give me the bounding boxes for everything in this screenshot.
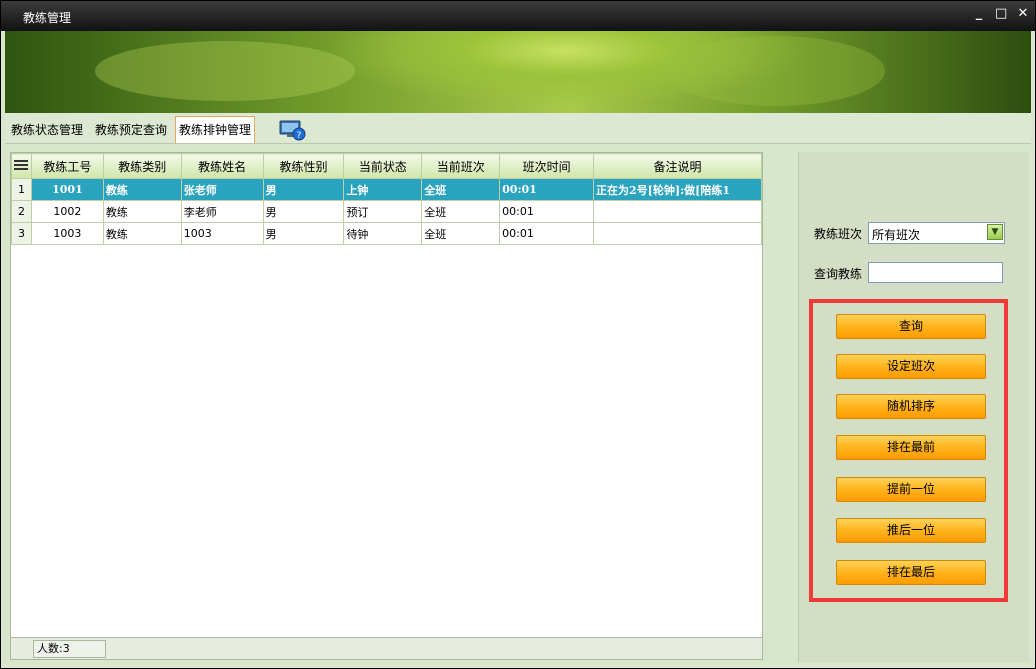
column-header[interactable]: 备注说明	[593, 153, 762, 179]
tab-bar: 教练状态管理 教练预定查询 教练排钟管理 ?	[5, 113, 1031, 144]
cell-type: 教练	[102, 200, 182, 223]
chevron-down-icon[interactable]: ▼	[987, 224, 1003, 240]
cell-time: 00:01	[499, 178, 595, 201]
move-up-button[interactable]: 提前一位	[836, 477, 986, 502]
minimize-button[interactable]: _	[973, 7, 985, 21]
row-selector-header[interactable]	[11, 153, 32, 179]
column-header[interactable]: 当前状态	[343, 153, 423, 179]
cell-time: 00:01	[499, 222, 595, 245]
tab-coach-status[interactable]: 教练状态管理	[8, 119, 86, 141]
cell-time: 00:01	[499, 200, 595, 223]
row-number: 3	[11, 222, 32, 245]
column-header[interactable]: 教练姓名	[180, 153, 264, 179]
row-number: 2	[11, 200, 32, 223]
cell-shift: 全班	[421, 200, 501, 223]
cell-id: 1001	[30, 178, 104, 201]
column-header[interactable]: 当前班次	[421, 153, 501, 179]
random-sort-button[interactable]: 随机排序	[836, 394, 986, 419]
column-header[interactable]: 班次时间	[499, 153, 595, 179]
cell-id: 1002	[30, 200, 104, 223]
query-button[interactable]: 查询	[836, 314, 986, 339]
coach-management-window: 教练管理 _ □ ✕ 教练状态管理 教练预定查询 教练排钟管理 ? 教练工号 教…	[0, 0, 1036, 669]
cell-sex: 男	[262, 200, 345, 223]
cell-name: 张老师	[180, 178, 264, 201]
coach-grid[interactable]: 教练工号 教练类别 教练姓名 教练性别 当前状态 当前班次 班次时间 备注说明 …	[10, 152, 763, 639]
coach-count: 人数:3	[33, 640, 106, 658]
cell-note: 正在为2号[轮钟]:做[陪练1	[593, 178, 762, 201]
cell-state: 预订	[343, 200, 423, 223]
window-title: 教练管理	[23, 11, 72, 25]
title-bar[interactable]: 教练管理 _ □ ✕	[1, 1, 1035, 31]
cell-shift: 全班	[421, 178, 501, 201]
cell-sex: 男	[262, 178, 345, 201]
svg-text:?: ?	[297, 131, 302, 141]
move-to-first-button[interactable]: 排在最前	[836, 435, 986, 460]
search-coach-input[interactable]	[868, 262, 1003, 283]
tab-coach-reservation[interactable]: 教练预定查询	[92, 119, 170, 141]
table-row[interactable]: 3 1003 教练 1003 男 待钟 全班 00:01	[11, 222, 762, 245]
move-to-last-button[interactable]: 排在最后	[836, 560, 986, 585]
cell-type: 教练	[102, 222, 182, 245]
cell-type: 教练	[102, 178, 182, 201]
header-banner	[5, 31, 1031, 113]
column-header[interactable]: 教练类别	[102, 153, 182, 179]
search-coach-label: 查询教练	[814, 267, 863, 281]
column-header[interactable]: 教练性别	[262, 153, 345, 179]
row-number: 1	[11, 178, 32, 201]
shift-label: 教练班次	[814, 227, 863, 241]
table-row[interactable]: 1 1001 教练 张老师 男 上钟 全班 00:01 正在为2号[轮钟]:做[…	[11, 178, 762, 201]
cell-id: 1003	[30, 222, 104, 245]
maximize-button[interactable]: □	[995, 7, 1007, 21]
cell-note	[593, 200, 762, 223]
shift-select[interactable]: 所有班次 ▼	[868, 222, 1005, 244]
table-row[interactable]: 2 1002 教练 李老师 男 预订 全班 00:01	[11, 200, 762, 223]
shift-select-value: 所有班次	[872, 228, 921, 242]
column-header[interactable]: 教练工号	[30, 153, 104, 179]
cell-state: 待钟	[343, 222, 423, 245]
set-shift-button[interactable]: 设定班次	[836, 354, 986, 379]
move-down-button[interactable]: 推后一位	[836, 518, 986, 543]
close-button[interactable]: ✕	[1017, 7, 1029, 21]
status-bar: 人数:3	[10, 637, 763, 660]
cell-name: 李老师	[180, 200, 264, 223]
cell-note	[593, 222, 762, 245]
cell-state: 上钟	[343, 178, 423, 201]
tab-coach-scheduling[interactable]: 教练排钟管理	[175, 116, 256, 143]
cell-shift: 全班	[421, 222, 501, 245]
help-monitor-icon[interactable]: ?	[279, 119, 307, 141]
cell-sex: 男	[262, 222, 345, 245]
cell-name: 1003	[180, 222, 264, 245]
